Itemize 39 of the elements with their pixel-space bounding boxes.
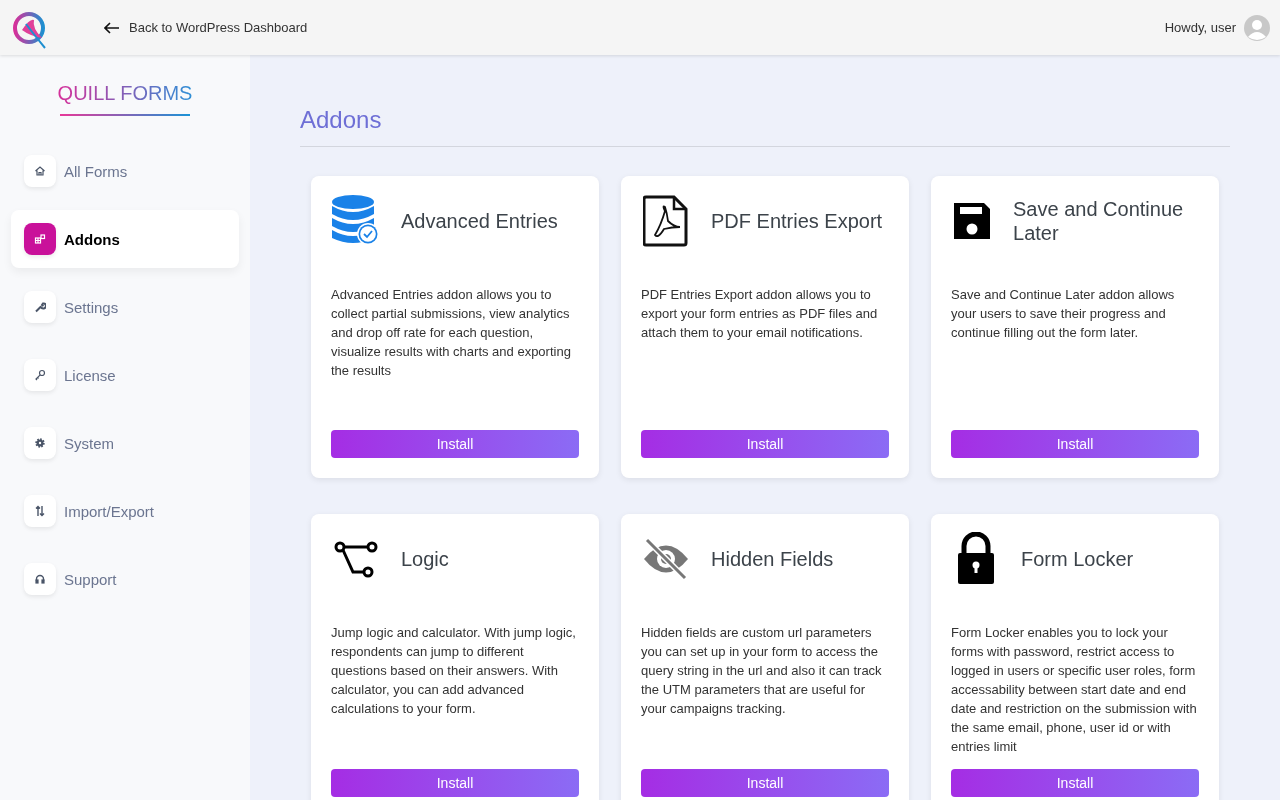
sidebar-item[interactable]: All Forms: [11, 142, 239, 200]
quill-logo-icon[interactable]: [12, 9, 48, 50]
addon-title: Hidden Fields: [711, 547, 834, 571]
sidebar-item[interactable]: License: [11, 346, 239, 404]
sidebar-item[interactable]: System: [11, 414, 239, 472]
sidebar-item[interactable]: Import/Export: [11, 482, 239, 540]
gear-icon: [24, 427, 56, 459]
sidebar-item[interactable]: Addons: [11, 210, 239, 268]
sidebar-item[interactable]: Settings: [11, 278, 239, 336]
arrow-left-icon: [104, 21, 120, 34]
back-to-dashboard-link[interactable]: Back to WordPress Dashboard: [104, 20, 308, 35]
install-button[interactable]: Install: [641, 769, 889, 797]
addon-title: Form Locker: [1021, 547, 1134, 571]
addon-title: Advanced Entries: [401, 209, 558, 233]
install-button[interactable]: Install: [951, 430, 1199, 458]
addon-title: PDF Entries Export: [711, 209, 883, 233]
greeting-text: Howdy, user: [1164, 20, 1236, 35]
addon-description: Hidden fields are custom url parameters you can set up in your form to access the query string in the url and also it can track the UTM parameters that are useful for your campaigns tracking.: [641, 624, 883, 718]
sidebar-item[interactable]: Support: [11, 550, 239, 608]
install-button[interactable]: Install: [951, 769, 1199, 797]
headset-icon: [24, 563, 56, 595]
addon-description: Save and Continue Later addon allows your users to save their progress and continue filling out the form later.: [951, 286, 1176, 342]
grid-icon: [24, 223, 56, 255]
addon-description: PDF Entries Export addon allows you to export your form entries as PDF files and attach them to your email notifications.: [641, 286, 879, 342]
page-title: Addons: [300, 105, 383, 135]
home-icon: [24, 155, 56, 187]
addon-title: Save and Continue Later: [1013, 197, 1185, 245]
addon-title: Logic: [401, 547, 449, 571]
addon-description: Advanced Entries addon allows you to collect partial submissions, view analytics and drop off rate for each question, visualize results with charts and exporting the results: [331, 286, 572, 380]
addon-description: Form Locker enables you to lock your forms with password, restrict access to logged in users or specific user roles, form accessability between start date and end date and restriction on the submission with the same email, phone, user id or with entries limit: [951, 624, 1198, 756]
key-icon: [24, 359, 56, 391]
install-button[interactable]: Install: [331, 769, 579, 797]
install-button[interactable]: Install: [331, 430, 579, 458]
eye-slash-icon: [641, 538, 691, 580]
arrows-icon: [24, 495, 56, 527]
pdf-file-icon: [641, 195, 691, 247]
install-button[interactable]: Install: [641, 430, 889, 458]
database-check-icon: [331, 195, 381, 247]
addon-description: Jump logic and calculator. With jump logic, respondents can jump to different questions based on their answers. With calculator, you can add advanced calculations to your form.: [331, 624, 577, 718]
